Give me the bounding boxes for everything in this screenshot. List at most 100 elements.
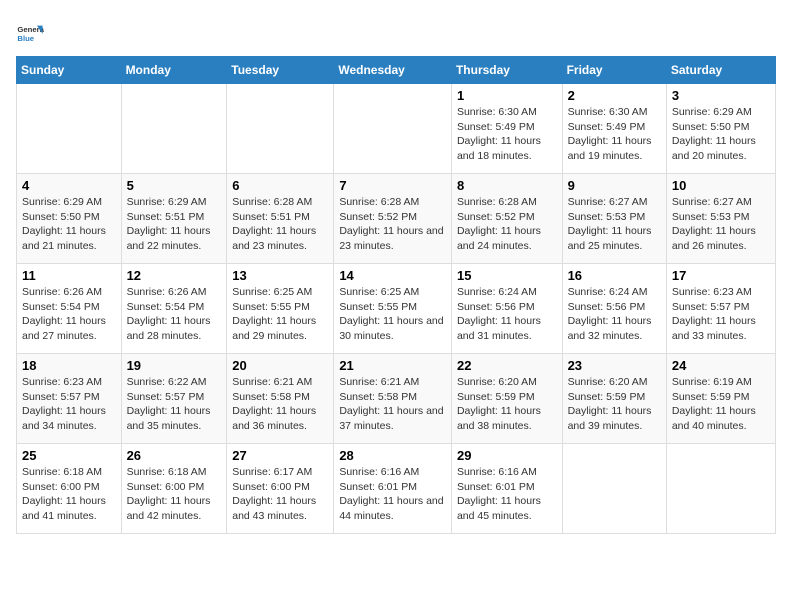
calendar-cell: 29Sunrise: 6:16 AM Sunset: 6:01 PM Dayli… <box>451 444 562 534</box>
day-info: Sunrise: 6:29 AM Sunset: 5:50 PM Dayligh… <box>22 195 116 254</box>
day-info: Sunrise: 6:20 AM Sunset: 5:59 PM Dayligh… <box>568 375 661 434</box>
header-day: Sunday <box>17 57 122 84</box>
calendar-cell: 22 Sunrise: 6:20 AM Sunset: 5:59 PM Dayli… <box>451 354 562 444</box>
day-number: 25 <box>22 448 116 463</box>
calendar-cell: 26Sunrise: 6:18 AM Sunset: 6:00 PM Dayli… <box>121 444 227 534</box>
calendar-cell: 5 Sunrise: 6:29 AM Sunset: 5:51 PM Daylig… <box>121 174 227 264</box>
day-info: Sunrise: 6:16 AM Sunset: 6:01 PM Dayligh… <box>339 465 446 524</box>
logo-icon: General Blue <box>16 20 44 48</box>
day-number: 10 <box>672 178 770 193</box>
day-number: 5 <box>127 178 222 193</box>
calendar-header: SundayMondayTuesdayWednesdayThursdayFrid… <box>17 57 776 84</box>
calendar-week-row: 1 Sunrise: 6:30 AM Sunset: 5:49 PM Daylig… <box>17 84 776 174</box>
day-number: 12 <box>127 268 222 283</box>
calendar-cell <box>334 84 452 174</box>
calendar-cell: 7 Sunrise: 6:28 AM Sunset: 5:52 PM Daylig… <box>334 174 452 264</box>
calendar-body: 1 Sunrise: 6:30 AM Sunset: 5:49 PM Daylig… <box>17 84 776 534</box>
day-info: Sunrise: 6:25 AM Sunset: 5:55 PM Dayligh… <box>339 285 446 344</box>
header-day: Monday <box>121 57 227 84</box>
calendar-week-row: 18Sunrise: 6:23 AM Sunset: 5:57 PM Dayli… <box>17 354 776 444</box>
day-info: Sunrise: 6:26 AM Sunset: 5:54 PM Dayligh… <box>22 285 116 344</box>
calendar-cell <box>121 84 227 174</box>
calendar-cell: 1 Sunrise: 6:30 AM Sunset: 5:49 PM Daylig… <box>451 84 562 174</box>
calendar-cell: 6Sunrise: 6:28 AM Sunset: 5:51 PM Daylig… <box>227 174 334 264</box>
day-info: Sunrise: 6:21 AM Sunset: 5:58 PM Dayligh… <box>232 375 328 434</box>
day-number: 13 <box>232 268 328 283</box>
day-info: Sunrise: 6:21 AM Sunset: 5:58 PM Dayligh… <box>339 375 446 434</box>
day-info: Sunrise: 6:30 AM Sunset: 5:49 PM Dayligh… <box>568 105 661 164</box>
calendar-cell <box>17 84 122 174</box>
header: General Blue <box>16 16 776 48</box>
calendar-cell: 18Sunrise: 6:23 AM Sunset: 5:57 PM Dayli… <box>17 354 122 444</box>
calendar-cell: 21 Sunrise: 6:21 AM Sunset: 5:58 PM Dayli… <box>334 354 452 444</box>
header-day: Thursday <box>451 57 562 84</box>
day-number: 28 <box>339 448 446 463</box>
day-info: Sunrise: 6:19 AM Sunset: 5:59 PM Dayligh… <box>672 375 770 434</box>
day-info: Sunrise: 6:29 AM Sunset: 5:50 PM Dayligh… <box>672 105 770 164</box>
calendar-cell: 4Sunrise: 6:29 AM Sunset: 5:50 PM Daylig… <box>17 174 122 264</box>
day-info: Sunrise: 6:28 AM Sunset: 5:52 PM Dayligh… <box>339 195 446 254</box>
day-number: 21 <box>339 358 446 373</box>
calendar-cell: 27Sunrise: 6:17 AM Sunset: 6:00 PM Dayli… <box>227 444 334 534</box>
header-day: Saturday <box>666 57 775 84</box>
calendar-cell: 15 Sunrise: 6:24 AM Sunset: 5:56 PM Dayli… <box>451 264 562 354</box>
calendar-cell: 8Sunrise: 6:28 AM Sunset: 5:52 PM Daylig… <box>451 174 562 264</box>
header-day: Wednesday <box>334 57 452 84</box>
day-info: Sunrise: 6:25 AM Sunset: 5:55 PM Dayligh… <box>232 285 328 344</box>
calendar-week-row: 11 Sunrise: 6:26 AM Sunset: 5:54 PM Dayli… <box>17 264 776 354</box>
day-info: Sunrise: 6:18 AM Sunset: 6:00 PM Dayligh… <box>22 465 116 524</box>
day-info: Sunrise: 6:20 AM Sunset: 5:59 PM Dayligh… <box>457 375 557 434</box>
day-number: 26 <box>127 448 222 463</box>
calendar-cell: 3 Sunrise: 6:29 AM Sunset: 5:50 PM Daylig… <box>666 84 775 174</box>
day-number: 19 <box>127 358 222 373</box>
day-info: Sunrise: 6:29 AM Sunset: 5:51 PM Dayligh… <box>127 195 222 254</box>
day-number: 7 <box>339 178 446 193</box>
calendar-cell: 2 Sunrise: 6:30 AM Sunset: 5:49 PM Daylig… <box>562 84 666 174</box>
calendar-cell: 20 Sunrise: 6:21 AM Sunset: 5:58 PM Dayli… <box>227 354 334 444</box>
calendar-cell: 9Sunrise: 6:27 AM Sunset: 5:53 PM Daylig… <box>562 174 666 264</box>
day-number: 3 <box>672 88 770 103</box>
day-info: Sunrise: 6:23 AM Sunset: 5:57 PM Dayligh… <box>672 285 770 344</box>
day-info: Sunrise: 6:22 AM Sunset: 5:57 PM Dayligh… <box>127 375 222 434</box>
day-number: 17 <box>672 268 770 283</box>
day-info: Sunrise: 6:30 AM Sunset: 5:49 PM Dayligh… <box>457 105 557 164</box>
day-info: Sunrise: 6:26 AM Sunset: 5:54 PM Dayligh… <box>127 285 222 344</box>
day-number: 27 <box>232 448 328 463</box>
header-day: Tuesday <box>227 57 334 84</box>
day-info: Sunrise: 6:24 AM Sunset: 5:56 PM Dayligh… <box>568 285 661 344</box>
day-info: Sunrise: 6:27 AM Sunset: 5:53 PM Dayligh… <box>672 195 770 254</box>
day-info: Sunrise: 6:28 AM Sunset: 5:52 PM Dayligh… <box>457 195 557 254</box>
day-number: 16 <box>568 268 661 283</box>
calendar-cell <box>562 444 666 534</box>
day-number: 14 <box>339 268 446 283</box>
day-number: 15 <box>457 268 557 283</box>
day-number: 11 <box>22 268 116 283</box>
day-info: Sunrise: 6:16 AM Sunset: 6:01 PM Dayligh… <box>457 465 557 524</box>
calendar-cell <box>666 444 775 534</box>
calendar-cell: 13 Sunrise: 6:25 AM Sunset: 5:55 PM Dayli… <box>227 264 334 354</box>
calendar-cell: 14 Sunrise: 6:25 AM Sunset: 5:55 PM Dayli… <box>334 264 452 354</box>
day-number: 1 <box>457 88 557 103</box>
day-number: 24 <box>672 358 770 373</box>
header-day: Friday <box>562 57 666 84</box>
calendar-cell: 17 Sunrise: 6:23 AM Sunset: 5:57 PM Dayli… <box>666 264 775 354</box>
day-number: 2 <box>568 88 661 103</box>
calendar-cell: 23 Sunrise: 6:20 AM Sunset: 5:59 PM Dayli… <box>562 354 666 444</box>
calendar-cell: 10 Sunrise: 6:27 AM Sunset: 5:53 PM Dayli… <box>666 174 775 264</box>
logo: General Blue <box>16 20 44 48</box>
calendar-cell: 11 Sunrise: 6:26 AM Sunset: 5:54 PM Dayli… <box>17 264 122 354</box>
day-number: 22 <box>457 358 557 373</box>
header-row: SundayMondayTuesdayWednesdayThursdayFrid… <box>17 57 776 84</box>
day-number: 18 <box>22 358 116 373</box>
calendar-week-row: 4Sunrise: 6:29 AM Sunset: 5:50 PM Daylig… <box>17 174 776 264</box>
svg-text:Blue: Blue <box>17 34 34 43</box>
calendar-cell: 28 Sunrise: 6:16 AM Sunset: 6:01 PM Dayli… <box>334 444 452 534</box>
day-number: 20 <box>232 358 328 373</box>
calendar-cell: 24 Sunrise: 6:19 AM Sunset: 5:59 PM Dayli… <box>666 354 775 444</box>
calendar-cell: 16 Sunrise: 6:24 AM Sunset: 5:56 PM Dayli… <box>562 264 666 354</box>
day-number: 23 <box>568 358 661 373</box>
calendar-cell <box>227 84 334 174</box>
calendar-table: SundayMondayTuesdayWednesdayThursdayFrid… <box>16 56 776 534</box>
day-info: Sunrise: 6:24 AM Sunset: 5:56 PM Dayligh… <box>457 285 557 344</box>
calendar-week-row: 25 Sunrise: 6:18 AM Sunset: 6:00 PM Dayli… <box>17 444 776 534</box>
